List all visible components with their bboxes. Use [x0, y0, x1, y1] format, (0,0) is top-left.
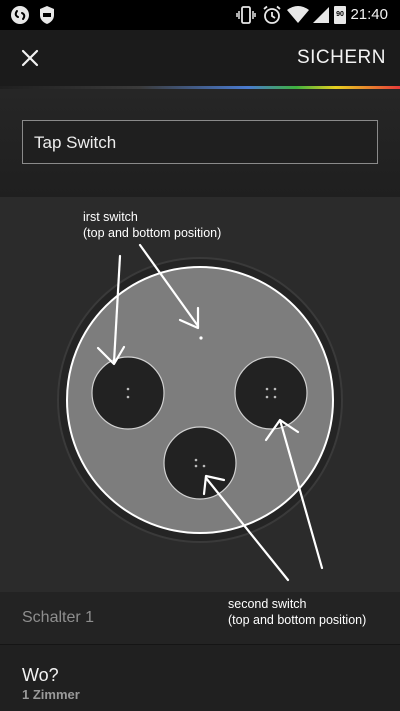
button-name-label: Schalter 1: [22, 609, 95, 626]
room-selector-title: Wo?: [22, 665, 59, 685]
center-dot: [199, 336, 203, 340]
right-button-dot: [265, 395, 269, 399]
right-button-dot: [273, 395, 277, 399]
wifi-icon: [287, 6, 309, 23]
shazam-icon: [11, 6, 29, 24]
right-button-dot: [265, 387, 269, 391]
screen: 90 21:40 SICHERN Tap Switch irst switch …: [0, 0, 400, 711]
shield-icon: [40, 6, 54, 24]
bottom-button: [163, 426, 237, 500]
status-bar: 90 21:40: [0, 0, 400, 30]
battery-icon: 90: [334, 6, 346, 24]
save-button[interactable]: SICHERN: [297, 47, 386, 69]
bottom-button-dot: [194, 458, 198, 462]
vibrate-icon: [236, 6, 256, 24]
bottom-button-dot: [202, 464, 206, 468]
alarm-icon: [263, 5, 281, 24]
tap-switch-illustration: [0, 197, 400, 592]
status-time: 21:40: [350, 6, 388, 23]
right-button-dot: [273, 387, 277, 391]
close-icon[interactable]: [20, 48, 40, 68]
left-button-dot: [126, 395, 130, 399]
right-button: [234, 356, 308, 430]
left-button: [91, 356, 165, 430]
annotation-first-switch: irst switch (top and bottom position): [83, 210, 222, 240]
bottom-button-dot: [194, 464, 198, 468]
name-input[interactable]: Tap Switch: [22, 120, 378, 164]
name-section: Tap Switch: [0, 89, 400, 197]
signal-icon: [313, 7, 329, 23]
tap-switch-drawing: [57, 243, 343, 582]
app-bar: SICHERN: [0, 30, 400, 86]
room-selector[interactable]: Wo? 1 Zimmer: [0, 645, 400, 711]
room-count: 1 Zimmer: [22, 687, 80, 702]
battery-level: 90: [336, 11, 344, 18]
left-button-dot: [126, 387, 130, 391]
annotation-second-switch: second switch (top and bottom position): [228, 597, 367, 627]
